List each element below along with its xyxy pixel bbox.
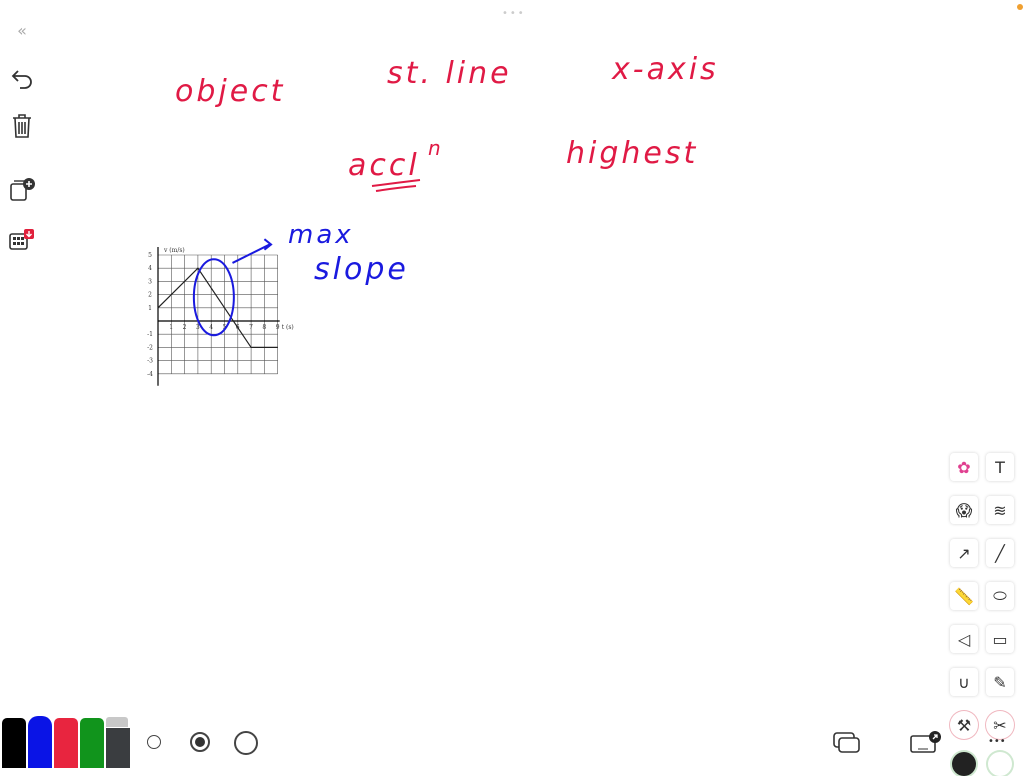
y-axis-label: v (m/s) [163, 247, 185, 254]
photos-icon: ✿ [957, 458, 970, 477]
rectangle-icon: ▭ [992, 630, 1007, 649]
black-pen[interactable] [2, 718, 26, 768]
x-tick-label: 7 [249, 324, 253, 331]
blue-pen[interactable] [28, 716, 52, 768]
annotation-st-line: st. line [387, 56, 512, 91]
x-axis-label: t (s) [282, 324, 294, 331]
y-tick-label: -1 [147, 331, 153, 338]
pages-icon[interactable] [832, 731, 862, 759]
x-tick-label: 4 [209, 324, 213, 331]
ellipse-tool[interactable]: ⬭ [986, 582, 1014, 610]
red-pen[interactable] [54, 718, 78, 768]
rectangle-tool[interactable]: ▭ [986, 625, 1014, 653]
undo-icon[interactable] [8, 64, 36, 92]
velocity-time-graph: 12345678954321-1-2-3-4t (s)v (m/s) [140, 235, 300, 390]
text-icon: T [995, 458, 1005, 477]
text-tool[interactable]: T [986, 453, 1014, 481]
sticker-icon: 😱 [956, 501, 973, 520]
y-tick-label: 2 [148, 292, 152, 299]
line-tool[interactable]: ╱ [986, 539, 1014, 567]
annotation-highest: highest [566, 136, 698, 171]
arrow-tool[interactable]: ↗ [950, 539, 978, 567]
annotation-slope: slope [314, 252, 409, 287]
ruler-tool[interactable]: 📏 [950, 582, 978, 610]
laser-pointer-tool[interactable]: ⚒ [950, 711, 978, 739]
scissors-icon: ✂ [993, 716, 1006, 735]
laser-pointer-icon: ⚒ [957, 716, 971, 735]
layers-tool[interactable]: ≋ [986, 496, 1014, 524]
scissors-tool[interactable]: ✂ [986, 711, 1014, 739]
collapse-icon[interactable]: « [8, 16, 36, 44]
layers-icon: ≋ [993, 501, 1006, 520]
more-tools-button[interactable]: ••• [988, 736, 1006, 747]
triangle-icon: ◁ [958, 630, 970, 649]
x-tick-label: 8 [262, 324, 266, 331]
green-pen[interactable] [80, 718, 104, 768]
trash-icon[interactable] [8, 112, 36, 140]
max-slope-circle [194, 259, 234, 335]
y-tick-label: -3 [147, 358, 153, 365]
annotation-underline [370, 178, 426, 194]
fill-color-button[interactable] [952, 752, 976, 776]
y-tick-label: 4 [148, 265, 152, 272]
photos-tool[interactable]: ✿ [950, 453, 978, 481]
highlighter-tool[interactable]: ✎ [986, 668, 1014, 696]
arrow-icon: ↗ [957, 544, 970, 563]
more-options-dots[interactable]: ••• [502, 8, 526, 19]
y-tick-label: 1 [148, 305, 152, 312]
pen-size-small[interactable] [147, 735, 161, 749]
eraser[interactable] [106, 728, 130, 768]
annotation-object: object [175, 74, 285, 109]
status-indicator [1017, 4, 1023, 10]
add-page-icon[interactable] [8, 176, 36, 204]
y-tick-label: 3 [148, 278, 152, 285]
ellipse-icon: ⬭ [993, 586, 1007, 606]
pen-size-medium-selected[interactable] [190, 732, 210, 752]
curve-icon: ∪ [958, 673, 970, 692]
insert-grid-icon[interactable] [8, 226, 36, 254]
highlighter-icon: ✎ [993, 673, 1006, 692]
triangle-tool[interactable]: ◁ [950, 625, 978, 653]
annotation-x-axis: x-axis [612, 52, 719, 87]
x-tick-label: 2 [183, 324, 187, 331]
stroke-style-button[interactable] [988, 752, 1012, 776]
annotation-accl-superscript: n [428, 136, 444, 160]
x-tick-label: 9 [276, 324, 280, 331]
y-tick-label: 5 [148, 252, 152, 259]
y-tick-label: -4 [147, 371, 153, 378]
ruler-icon: 📏 [954, 587, 974, 606]
curve-tool[interactable]: ∪ [950, 668, 978, 696]
max-slope-arrow [232, 239, 271, 263]
x-tick-label: 1 [169, 324, 173, 331]
pen-size-large[interactable] [234, 731, 258, 755]
y-tick-label: -2 [147, 344, 153, 351]
present-icon[interactable] [908, 730, 942, 760]
sticker-tool[interactable]: 😱 [950, 496, 978, 524]
line-icon: ╱ [995, 544, 1005, 563]
eraser-cap [106, 717, 128, 727]
